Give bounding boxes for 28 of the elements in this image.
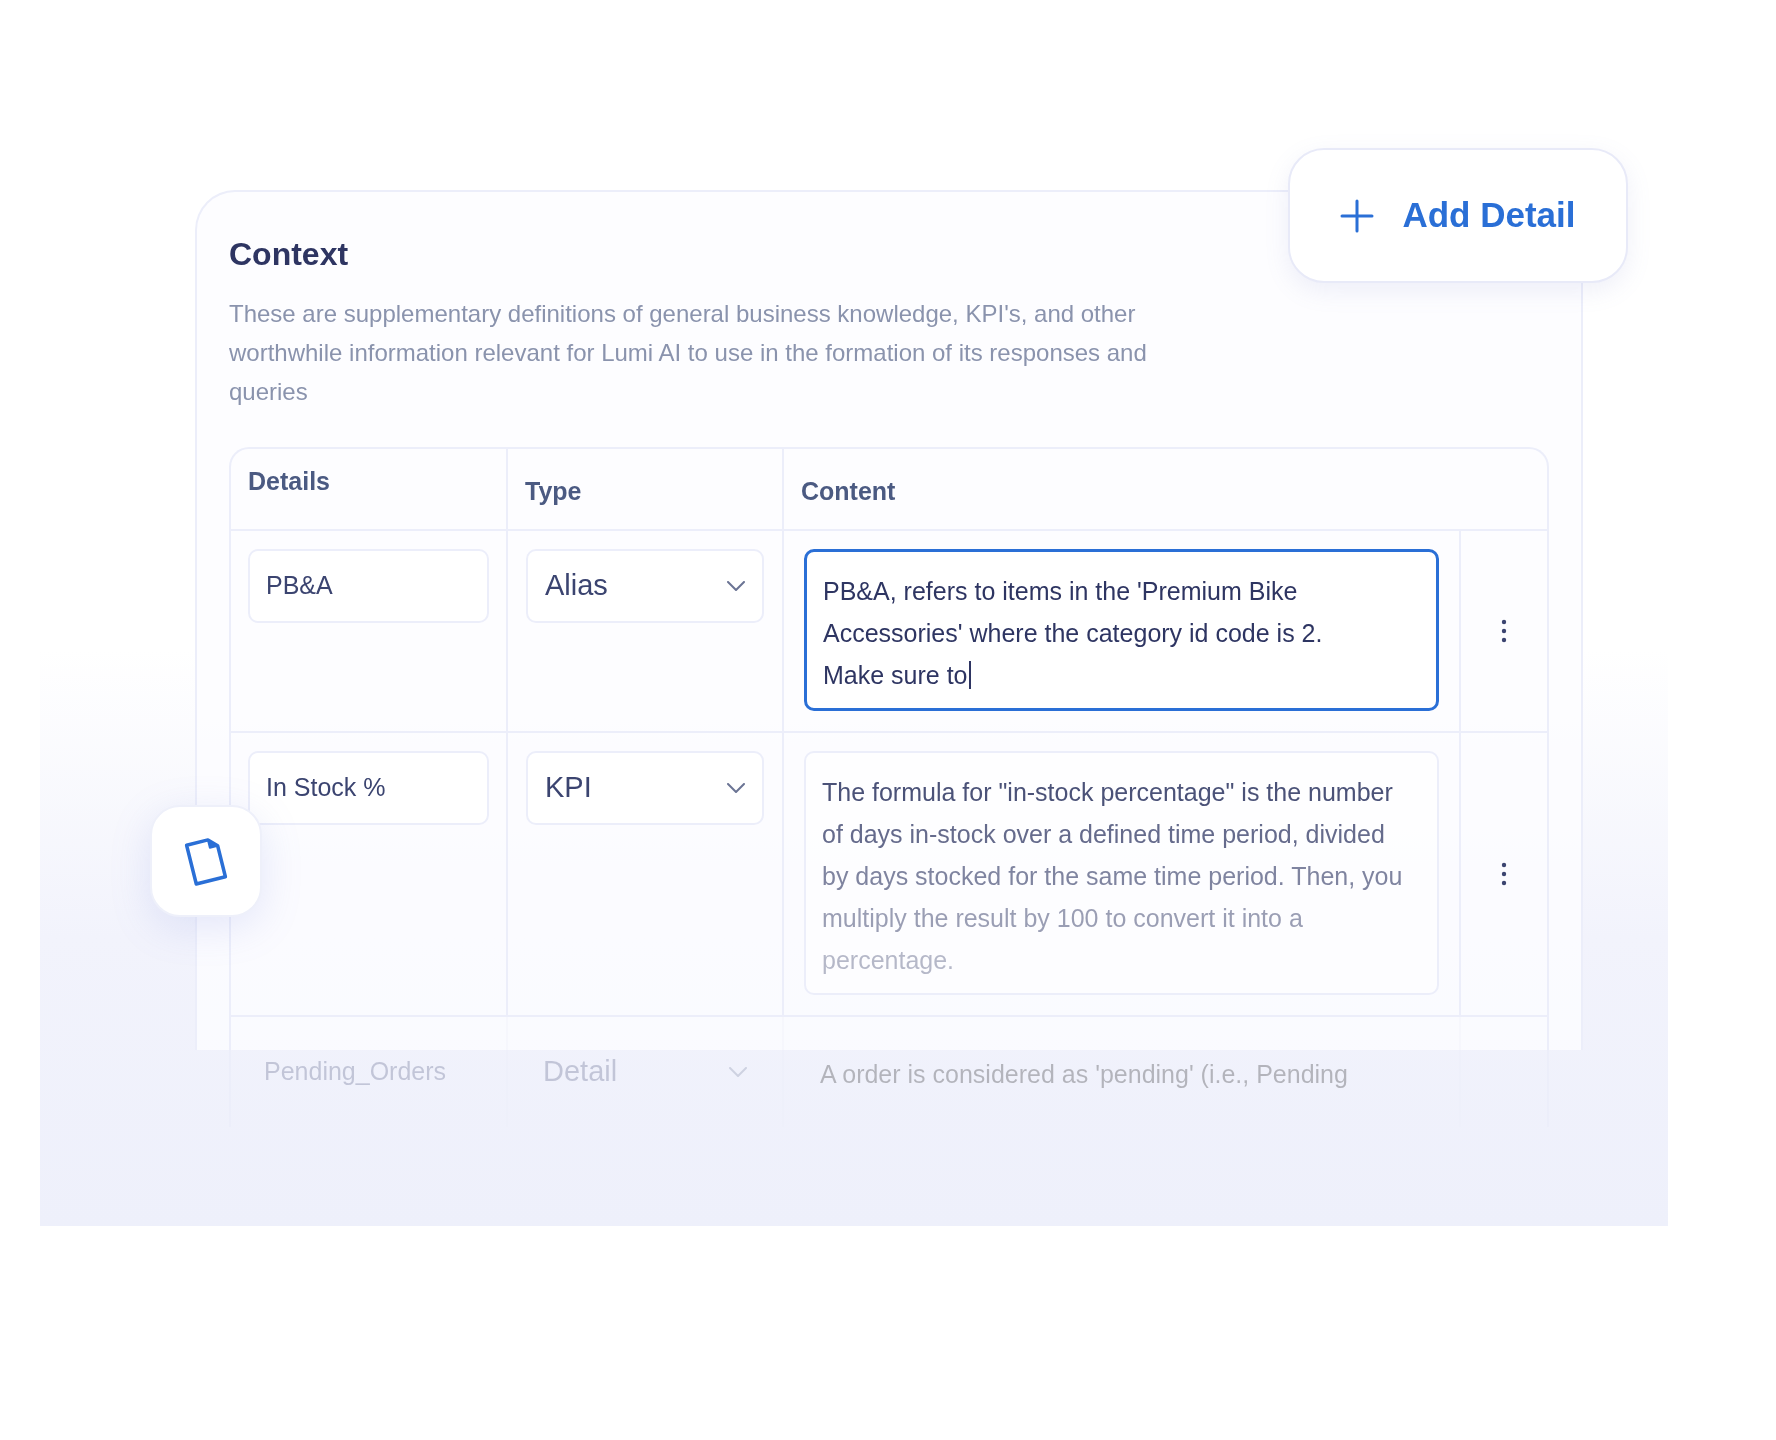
chevron-down-icon — [727, 783, 745, 793]
column-header: Type — [525, 477, 582, 505]
document-tile[interactable] — [150, 805, 262, 917]
type-dropdown[interactable]: Alias — [526, 549, 764, 623]
content-text-line: The formula for "in-stock percentage" is the number — [822, 777, 1393, 808]
details-field[interactable]: PB&A — [248, 549, 489, 623]
content-text-line: percentage. — [822, 945, 955, 976]
content-field[interactable]: PB&A, refers to items in the 'Premium Bike Accessories' where the category id code is 2. Make sure to — [804, 549, 1439, 711]
plus-icon — [1340, 198, 1375, 233]
context-title: Context — [229, 235, 350, 274]
content-text-line: Make sure to — [823, 660, 968, 691]
context-description: These are supplementary definitions of general business knowledge, KPI's, and other worthwhile information relevant for Lumi AI to use in the formation of its responses and queries — [229, 299, 1148, 407]
add-detail-button[interactable]: Add Detail — [1288, 148, 1628, 283]
chevron-down-icon — [727, 581, 745, 591]
text-cursor — [968, 661, 971, 689]
content-text-line: by days stocked for the same time period. Then, you — [822, 861, 1403, 892]
type-dropdown[interactable]: KPI — [526, 751, 764, 825]
content-text-line: of days in-stock over a defined time period, divided — [822, 819, 1385, 850]
column-header: Content — [801, 477, 896, 505]
more-options-icon[interactable] — [1501, 862, 1507, 886]
content-text-line: multiply the result by 100 to convert it into a — [822, 903, 1303, 934]
content-text-line: A order is considered as 'pending' (i.e., Pending — [820, 1059, 1348, 1090]
content-text-line: Accessories' where the category id code is 2. — [823, 618, 1323, 649]
more-options-icon[interactable] — [1501, 619, 1507, 643]
column-header: Details — [248, 467, 330, 495]
content-text-line: PB&A, refers to items in the 'Premium Bike — [823, 576, 1298, 607]
chevron-down-icon — [729, 1067, 747, 1077]
details-field[interactable]: In Stock % — [248, 751, 489, 825]
